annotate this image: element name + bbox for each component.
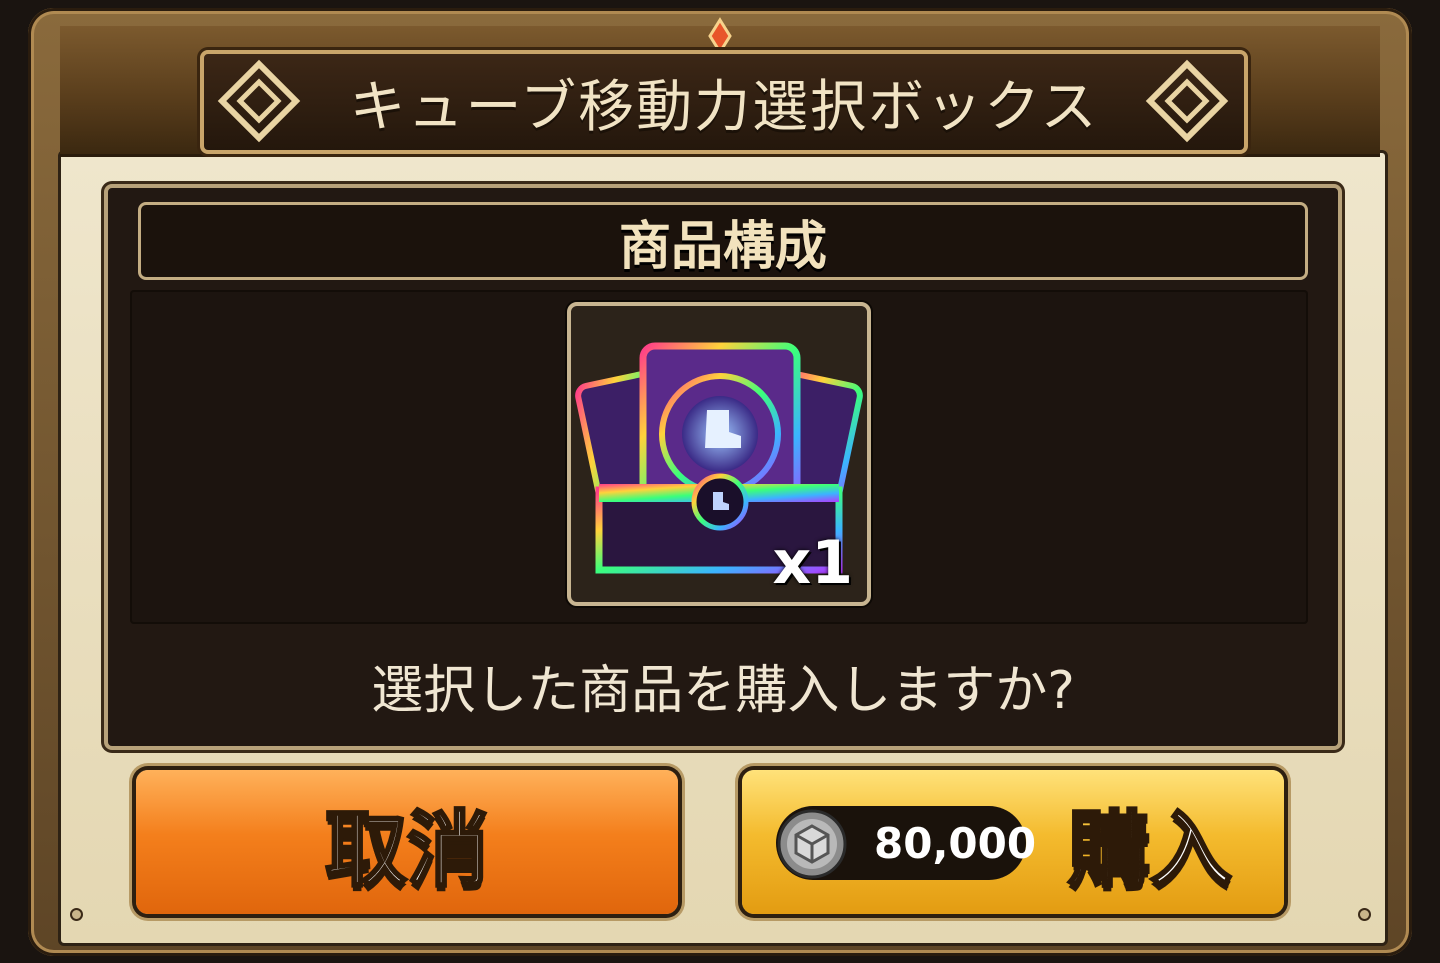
dialog-title: キューブ移動力選択ボックス: [349, 74, 1099, 140]
silver-coin-icon: [777, 809, 847, 879]
cancel-button[interactable]: 取消: [136, 770, 678, 914]
price-value: 80,000: [874, 818, 1037, 868]
buy-button[interactable]: 80,000 購入: [742, 770, 1284, 914]
item-slot[interactable]: x1: [567, 302, 871, 606]
section-header: 商品構成: [138, 202, 1308, 280]
item-quantity: x1: [772, 528, 853, 598]
buy-label-wrap: 購入: [1066, 770, 1233, 914]
frame-rivet: [1358, 908, 1371, 921]
cancel-button-label: 取消: [323, 801, 490, 899]
purchase-question: 選択した商品を購入しますか?: [371, 660, 1075, 721]
frame-rivet: [70, 908, 83, 921]
buy-button-label: 購入: [1066, 801, 1233, 899]
